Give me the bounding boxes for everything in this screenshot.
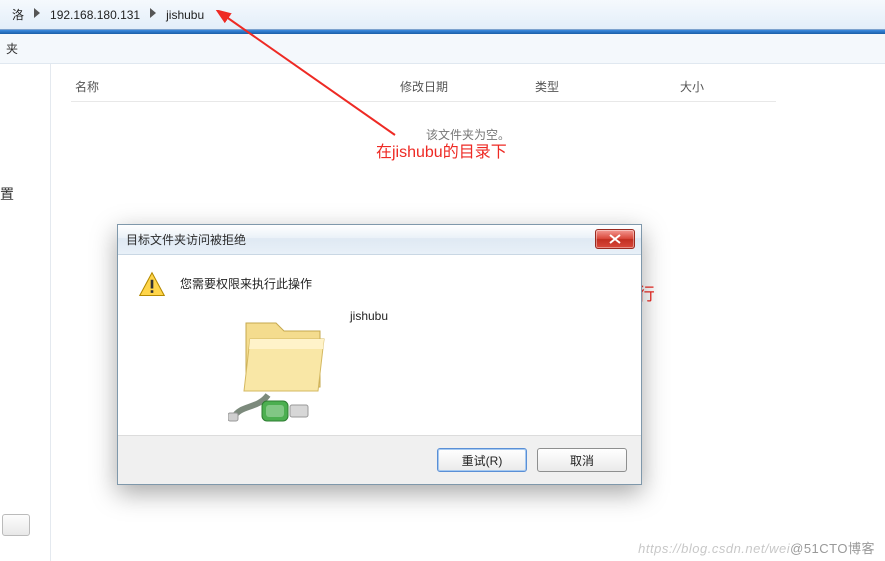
col-date[interactable]: 修改日期 bbox=[396, 72, 531, 102]
col-name[interactable]: 名称 bbox=[71, 72, 396, 102]
dialog-body: 您需要权限来执行此操作 jishubu bbox=[118, 255, 641, 435]
dialog-message: 您需要权限来执行此操作 bbox=[180, 275, 312, 292]
breadcrumb-root[interactable]: 洛 bbox=[4, 4, 32, 26]
col-size[interactable]: 大小 bbox=[676, 72, 776, 102]
access-denied-dialog: 目标文件夹访问被拒绝 您需要权限来执行此操作 bbox=[117, 224, 642, 485]
dialog-folder-name: jishubu bbox=[350, 309, 388, 323]
annotation-text-1: 在jishubu的目录下 bbox=[376, 138, 507, 162]
col-type[interactable]: 类型 bbox=[531, 72, 676, 102]
breadcrumb-ip[interactable]: 192.168.180.131 bbox=[42, 4, 148, 26]
breadcrumb-sep-1[interactable] bbox=[32, 8, 42, 21]
left-panel: 置 bbox=[0, 64, 50, 544]
cancel-button[interactable]: 取消 bbox=[537, 448, 627, 472]
left-bottom-button[interactable] bbox=[2, 514, 30, 536]
retry-button[interactable]: 重试(R) bbox=[437, 448, 527, 472]
dialog-titlebar[interactable]: 目标文件夹访问被拒绝 bbox=[118, 225, 641, 255]
breadcrumb-folder[interactable]: jishubu bbox=[158, 4, 212, 26]
close-button[interactable] bbox=[595, 229, 635, 249]
dialog-title-text: 目标文件夹访问被拒绝 bbox=[126, 231, 246, 248]
dialog-footer: 重试(R) 取消 bbox=[118, 435, 641, 484]
left-char: 置 bbox=[0, 184, 50, 204]
column-headers: 名称 修改日期 类型 大小 bbox=[51, 64, 885, 110]
address-bar: 洛 192.168.180.131 jishubu bbox=[0, 0, 885, 30]
watermark-badge: @51CTO博客 bbox=[790, 541, 875, 556]
network-folder-icon bbox=[228, 309, 338, 429]
breadcrumb-sep-2[interactable] bbox=[148, 8, 158, 21]
watermark: https://blog.csdn.net/wei@51CTO博客 bbox=[638, 538, 875, 557]
warning-icon bbox=[138, 271, 166, 299]
toolbar-label: 夹 bbox=[6, 40, 18, 57]
toolbar: 夹 bbox=[0, 34, 885, 64]
watermark-url: https://blog.csdn.net/wei bbox=[638, 541, 790, 556]
close-icon bbox=[609, 234, 621, 244]
